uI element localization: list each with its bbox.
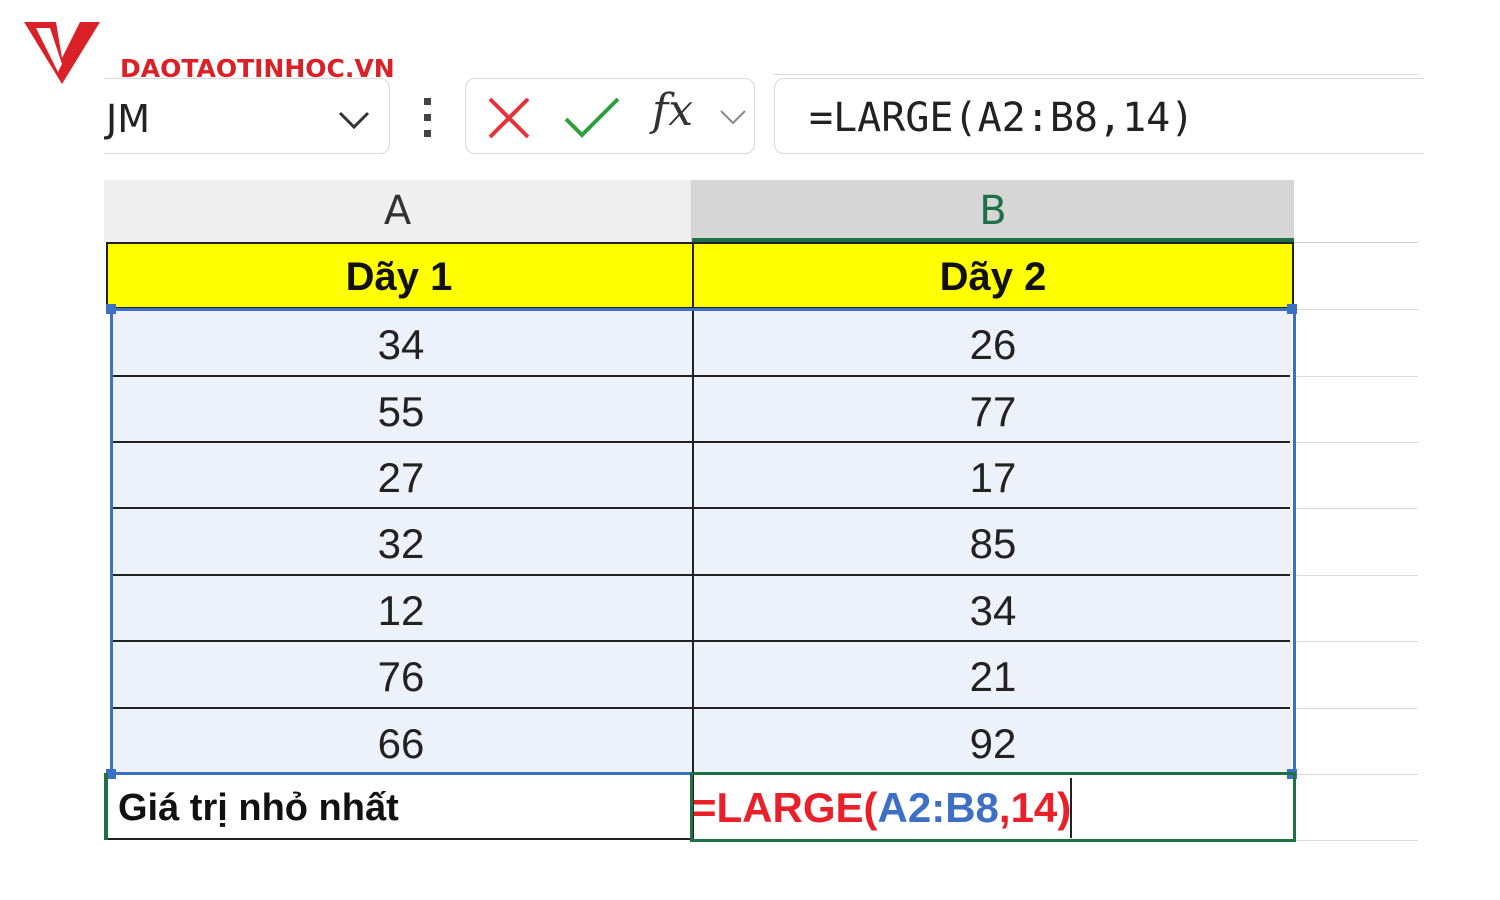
grid-line: [1296, 575, 1418, 576]
grid-line: [1296, 840, 1418, 841]
formula-range: A2:B8: [877, 784, 999, 831]
active-cell-editor[interactable]: =LARGE(A2:B8,14): [692, 774, 1072, 840]
chevron-down-icon[interactable]: [718, 105, 748, 129]
formula-function: =LARGE(: [692, 784, 878, 831]
grid-line: [1296, 641, 1418, 642]
enter-check-icon[interactable]: [562, 93, 622, 143]
grid-line: [1296, 442, 1418, 443]
name-box[interactable]: JM: [104, 78, 390, 154]
column-header-b[interactable]: B: [692, 180, 1294, 242]
text-caret: [1070, 778, 1072, 838]
table-border: [106, 242, 1294, 244]
formula-bar-divider: [774, 74, 1418, 75]
range-handle[interactable]: [1287, 304, 1297, 314]
formula-argument: 14): [1010, 784, 1072, 831]
grid-line: [1296, 309, 1418, 310]
table-border: [106, 242, 108, 308]
column-header-a[interactable]: A: [104, 180, 692, 242]
column-header-empty[interactable]: [1294, 180, 1418, 243]
formula-text: =LARGE(A2:B8,14): [809, 95, 1195, 141]
insert-function-icon[interactable]: fx: [652, 85, 693, 136]
grid-line: [1296, 774, 1418, 775]
formula-comma: ,: [998, 784, 1011, 831]
grid-line: [1296, 708, 1418, 709]
logo-mark-icon: [24, 22, 100, 84]
name-box-value: JM: [106, 97, 150, 141]
table-header-cell[interactable]: Dãy 1: [106, 244, 692, 308]
more-options-icon[interactable]: [418, 96, 438, 140]
formula-input[interactable]: =LARGE(A2:B8,14): [774, 78, 1424, 154]
grid-line: [1296, 376, 1418, 377]
table-border: [1292, 242, 1294, 308]
grid-line: [1296, 508, 1418, 509]
range-highlight: [110, 308, 1296, 775]
range-handle[interactable]: [106, 304, 116, 314]
table-header-cell[interactable]: Dãy 2: [694, 244, 1292, 308]
chevron-down-icon[interactable]: [336, 105, 372, 133]
result-label-cell[interactable]: Giá trị nhỏ nhất: [106, 774, 694, 840]
formula-actions: fx: [465, 78, 755, 154]
cancel-x-icon[interactable]: [484, 93, 534, 143]
